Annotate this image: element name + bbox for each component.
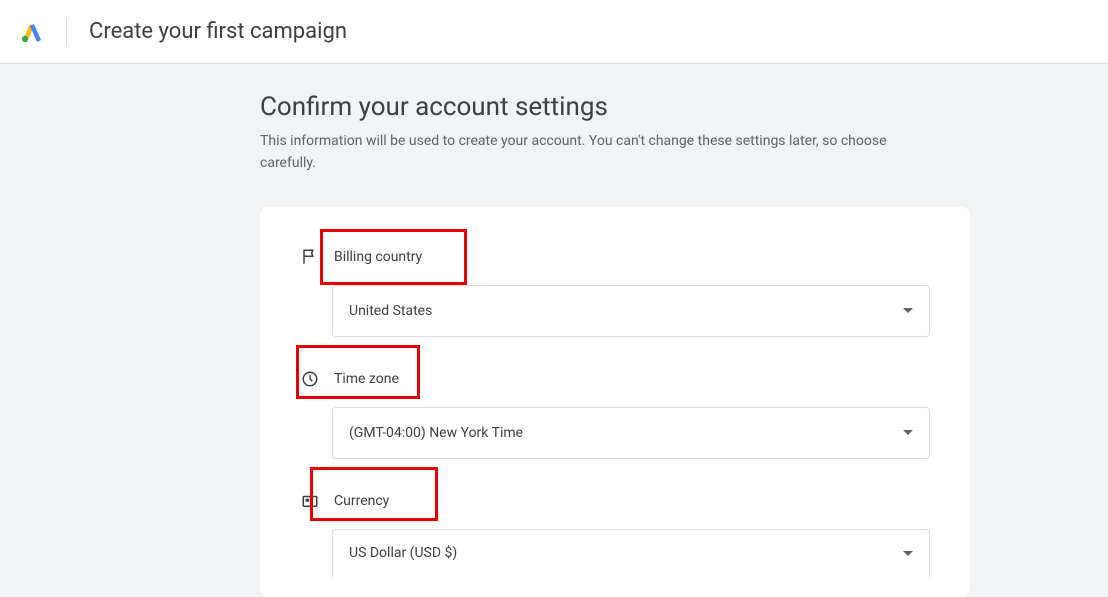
page-subtitle: This information will be used to create … <box>260 130 940 175</box>
currency-group: Currency US Dollar (USD $) <box>300 491 930 577</box>
billing-country-label: Billing country <box>334 249 422 265</box>
billing-country-group: Billing country United States <box>300 247 930 337</box>
header-divider <box>66 18 67 46</box>
app-header: Create your first campaign <box>0 0 1108 64</box>
header-title: Create your first campaign <box>89 19 347 44</box>
time-zone-label: Time zone <box>334 371 399 387</box>
currency-label: Currency <box>334 493 389 509</box>
flag-icon <box>300 247 320 267</box>
chevron-down-icon <box>903 308 913 313</box>
currency-value: US Dollar (USD $) <box>349 545 457 561</box>
page-title: Confirm your account settings <box>260 92 1108 122</box>
billing-country-dropdown[interactable]: United States <box>332 285 930 337</box>
content-area: Confirm your account settings This infor… <box>0 64 1108 597</box>
time-zone-value: (GMT-04:00) New York Time <box>349 425 523 441</box>
chevron-down-icon <box>903 551 913 556</box>
chevron-down-icon <box>903 430 913 435</box>
currency-dropdown[interactable]: US Dollar (USD $) <box>332 529 930 577</box>
payment-icon <box>300 491 320 511</box>
settings-card: Billing country United States Time zone … <box>260 207 970 597</box>
time-zone-group: Time zone (GMT-04:00) New York Time <box>300 369 930 459</box>
google-ads-logo-icon <box>20 20 44 44</box>
time-zone-dropdown[interactable]: (GMT-04:00) New York Time <box>332 407 930 459</box>
clock-icon <box>300 369 320 389</box>
billing-country-value: United States <box>349 303 432 319</box>
